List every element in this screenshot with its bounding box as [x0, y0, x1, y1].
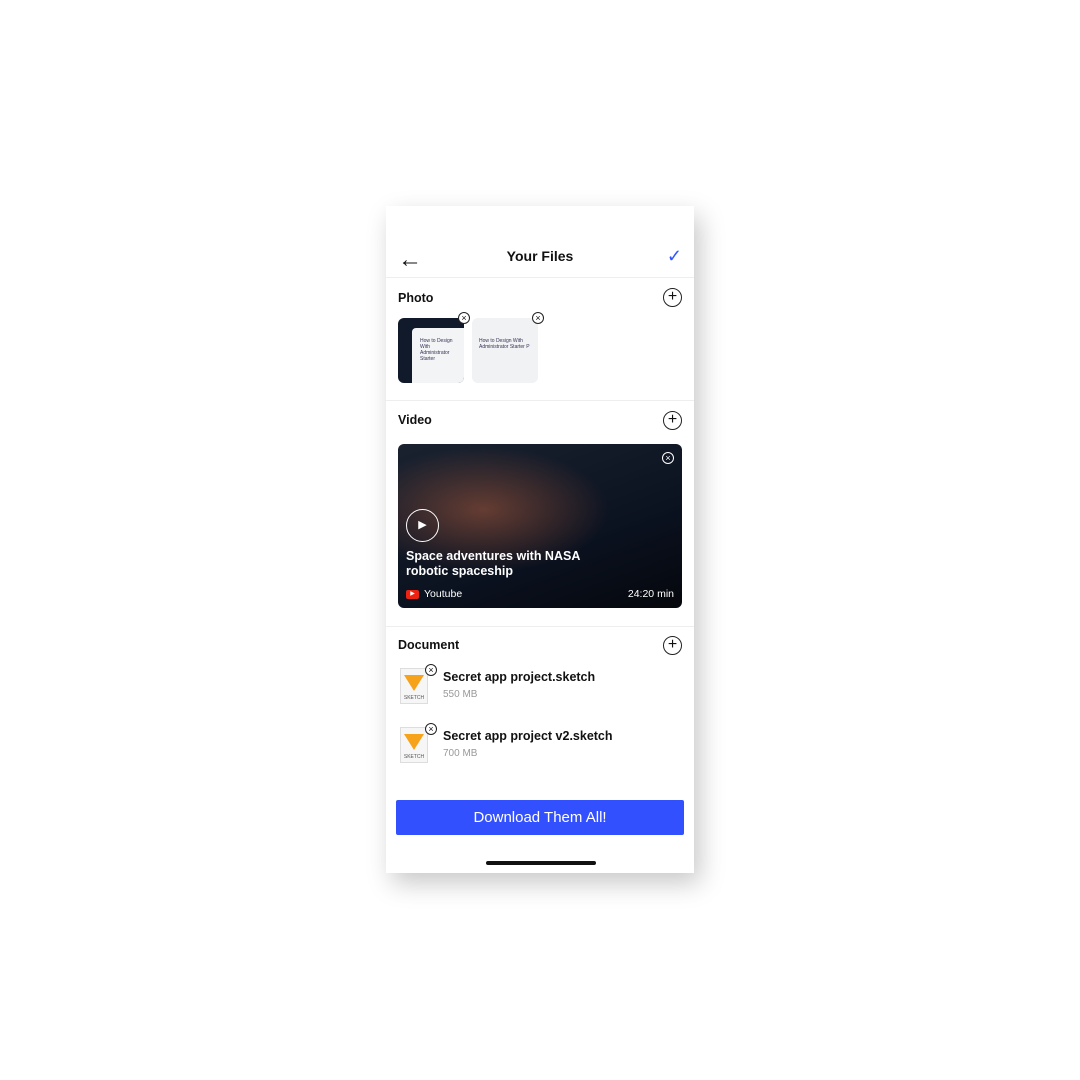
download-all-button[interactable]: Download Them All! [396, 800, 684, 835]
remove-video-icon[interactable]: × [662, 452, 674, 464]
header: ← Your Files ✓ [386, 242, 694, 278]
document-name: Secret app project.sketch [443, 670, 596, 684]
home-indicator [486, 861, 596, 865]
document-item[interactable]: SKETCH × Secret app project.sketch 550 M… [398, 664, 678, 708]
document-title: Document [398, 638, 460, 652]
document-size: 700 MB [443, 748, 478, 759]
phone-screen: ← Your Files ✓ Photo + How to Design Wit… [386, 206, 694, 873]
add-document-plus-icon[interactable]: + [663, 636, 682, 655]
add-video-plus-icon[interactable]: + [663, 411, 682, 430]
photo-thumbnail[interactable]: How to Design With Administrator Starter [398, 318, 464, 383]
photo-thumbnail[interactable]: How to Design With Administrator Starter… [472, 318, 538, 383]
video-title: Video [398, 413, 432, 427]
video-card[interactable]: × ▶ Space adventures with NASA robotic s… [398, 444, 682, 608]
page-title: Your Files [506, 248, 574, 264]
remove-document-icon[interactable]: × [425, 664, 437, 676]
video-source: Youtube [424, 588, 463, 600]
document-name: Secret app project v2.sketch [443, 729, 613, 743]
remove-photo-icon[interactable]: × [458, 312, 470, 324]
thumbnail-text: How to Design With Administrator Starter [420, 338, 453, 362]
remove-document-icon[interactable]: × [425, 723, 437, 735]
photo-title: Photo [398, 291, 434, 305]
play-icon[interactable]: ▶ [406, 509, 439, 542]
add-photo-plus-icon[interactable]: + [663, 288, 682, 307]
check-icon[interactable]: ✓ [667, 246, 682, 267]
youtube-icon: ▶ [406, 589, 419, 599]
document-item[interactable]: SKETCH × Secret app project v2.sketch 70… [398, 723, 678, 767]
remove-photo-icon[interactable]: × [532, 312, 544, 324]
sketch-file-icon: SKETCH [400, 727, 428, 763]
document-size: 550 MB [443, 689, 478, 700]
sketch-file-icon: SKETCH [400, 668, 428, 704]
thumbnail-text: How to Design With Administrator Starter… [479, 338, 530, 350]
video-title-text: Space adventures with NASA robotic space… [406, 549, 580, 578]
video-duration: 24:20 min [627, 588, 674, 600]
